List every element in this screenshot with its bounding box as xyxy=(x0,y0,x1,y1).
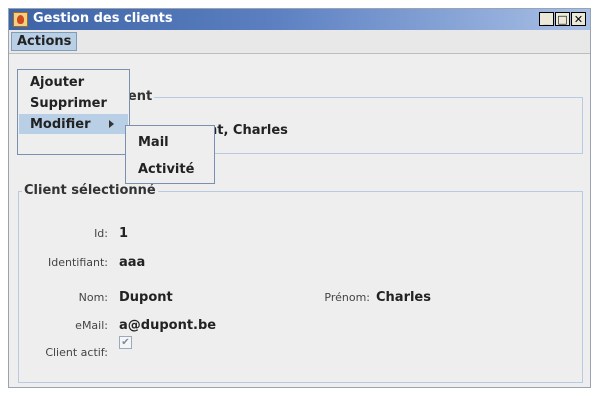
email-value: a@dupont.be xyxy=(119,318,217,333)
selected-client-title: Client sélectionné xyxy=(22,183,158,198)
identifiant-label: Identifiant: xyxy=(48,256,108,269)
submenu-item-activite[interactable]: Activité xyxy=(138,162,194,177)
minimize-icon: _ xyxy=(543,12,550,26)
title-bar[interactable]: Gestion des clients _ □ ✕ xyxy=(9,9,590,30)
nom-value: Dupont xyxy=(119,290,173,305)
menu-item-modifier[interactable]: Modifier xyxy=(19,114,128,134)
menu-bar: Actions xyxy=(9,30,590,54)
actions-popup-menu: Ajouter Supprimer Modifier xyxy=(17,69,130,155)
menu-item-ajouter[interactable]: Ajouter xyxy=(19,72,128,92)
maximize-icon: □ xyxy=(557,12,568,26)
submenu-item-mail[interactable]: Mail xyxy=(138,135,169,150)
prenom-label: Prénom: xyxy=(324,291,370,304)
client-actif-checkbox[interactable]: ✔ xyxy=(119,336,132,349)
id-label: Id: xyxy=(94,227,108,240)
close-icon: ✕ xyxy=(573,12,584,26)
menu-item-modifier-label: Modifier xyxy=(30,116,91,132)
maximize-button[interactable]: □ xyxy=(555,12,570,26)
modifier-submenu: Mail Activité xyxy=(125,125,215,184)
menu-actions[interactable]: Actions xyxy=(11,32,78,51)
submenu-arrow-icon xyxy=(109,120,114,128)
email-label: eMail: xyxy=(75,319,108,332)
menu-item-supprimer[interactable]: Supprimer xyxy=(19,93,128,113)
prenom-value: Charles xyxy=(376,290,431,305)
window-title: Gestion des clients xyxy=(33,11,173,26)
close-button[interactable]: ✕ xyxy=(571,12,586,26)
minimize-button[interactable]: _ xyxy=(539,12,554,26)
nom-label: Nom: xyxy=(78,291,108,304)
id-value: 1 xyxy=(119,226,129,241)
check-icon: ✔ xyxy=(121,336,130,348)
java-cup-icon xyxy=(13,12,28,27)
client-selector-value[interactable]: nt, Charles xyxy=(208,123,288,138)
identifiant-value: aaa xyxy=(119,255,146,270)
actif-label: Client actif: xyxy=(45,346,108,359)
